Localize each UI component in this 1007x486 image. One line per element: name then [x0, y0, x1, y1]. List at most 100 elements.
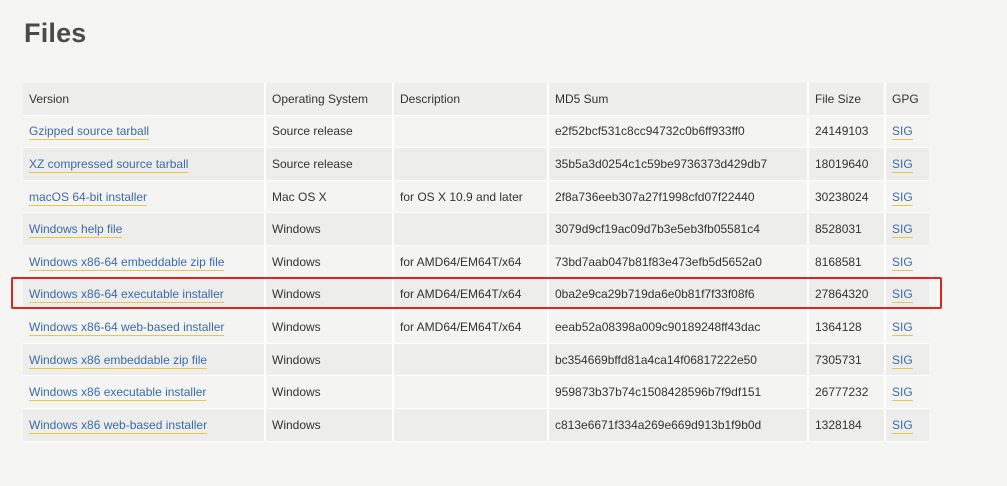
cell-md5: 73bd7aab047b81f83e473efb5d5652a0	[549, 245, 809, 279]
cell-description	[394, 148, 549, 181]
cell-size: 8168581	[809, 245, 886, 279]
cell-os: Windows	[266, 343, 394, 377]
header-version: Version	[23, 83, 266, 116]
table-row: Windows x86-64 embeddable zip file Windo…	[23, 245, 929, 279]
cell-gpg: SIG	[886, 311, 929, 344]
cell-version: Windows x86-64 embeddable zip file	[23, 245, 266, 279]
header-file-size: File Size	[809, 83, 886, 116]
cell-size: 26777232	[809, 376, 886, 409]
cell-os: Windows	[266, 245, 394, 279]
cell-description: for AMD64/EM64T/x64	[394, 278, 549, 312]
cell-size: 1328184	[809, 408, 886, 442]
sig-link[interactable]: SIG	[892, 319, 913, 336]
header-operating-system: Operating System	[266, 83, 394, 116]
table-header-row: Version Operating System Description MD5…	[23, 83, 929, 116]
sig-link[interactable]: SIG	[892, 352, 913, 369]
cell-description: for AMD64/EM64T/x64	[394, 311, 549, 344]
sig-link[interactable]: SIG	[892, 156, 913, 173]
cell-md5: c813e6671f334a269e669d913b1f9b0d	[549, 408, 809, 442]
sig-link[interactable]: SIG	[892, 222, 913, 239]
table-row: Gzipped source tarball Source release e2…	[23, 115, 929, 149]
cell-description	[394, 213, 549, 246]
download-link[interactable]: Windows x86-64 executable installer	[29, 287, 224, 304]
cell-gpg: SIG	[886, 115, 929, 149]
table-row: Windows help file Windows 3079d9cf19ac09…	[23, 213, 929, 246]
cell-version: macOS 64-bit installer	[23, 180, 266, 214]
cell-gpg: SIG	[886, 245, 929, 279]
cell-md5: bc354669bffd81a4ca14f06817222e50	[549, 343, 809, 377]
sig-link[interactable]: SIG	[892, 254, 913, 271]
table-row: Windows x86 embeddable zip file Windows …	[23, 343, 929, 377]
download-link[interactable]: Windows x86 web-based installer	[29, 417, 208, 434]
cell-gpg: SIG	[886, 408, 929, 442]
sig-link[interactable]: SIG	[892, 189, 913, 206]
cell-description: for AMD64/EM64T/x64	[394, 245, 549, 279]
cell-description	[394, 115, 549, 149]
cell-version: Windows x86-64 web-based installer	[23, 311, 266, 344]
cell-gpg: SIG	[886, 376, 929, 409]
cell-os: Windows	[266, 408, 394, 442]
download-link[interactable]: Windows x86-64 web-based installer	[29, 319, 225, 336]
table-row: macOS 64-bit installer Mac OS X for OS X…	[23, 180, 929, 214]
cell-description: for OS X 10.9 and later	[394, 180, 549, 214]
cell-size: 27864320	[809, 278, 886, 312]
sig-link[interactable]: SIG	[892, 287, 913, 304]
cell-size: 30238024	[809, 180, 886, 214]
cell-version: Windows help file	[23, 213, 266, 246]
cell-gpg: SIG	[886, 180, 929, 214]
cell-description	[394, 343, 549, 377]
cell-size: 8528031	[809, 213, 886, 246]
cell-md5: 959873b37b74c1508428596b7f9df151	[549, 376, 809, 409]
cell-os: Mac OS X	[266, 180, 394, 214]
cell-version: Windows x86-64 executable installer	[23, 278, 266, 312]
cell-md5: eeab52a08398a009c90189248ff43dac	[549, 311, 809, 344]
sig-link[interactable]: SIG	[892, 417, 913, 434]
cell-gpg: SIG	[886, 343, 929, 377]
files-section: Files Version Operating System Descripti…	[0, 0, 1007, 486]
cell-description	[394, 376, 549, 409]
cell-gpg: SIG	[886, 213, 929, 246]
cell-description	[394, 408, 549, 442]
cell-size: 1364128	[809, 311, 886, 344]
header-md5-sum: MD5 Sum	[549, 83, 809, 116]
download-link[interactable]: Windows x86 executable installer	[29, 385, 207, 402]
cell-os: Windows	[266, 311, 394, 344]
cell-gpg: SIG	[886, 278, 929, 312]
cell-gpg: SIG	[886, 148, 929, 181]
download-link[interactable]: Windows x86 embeddable zip file	[29, 352, 208, 369]
sig-link[interactable]: SIG	[892, 385, 913, 402]
download-link[interactable]: macOS 64-bit installer	[29, 189, 148, 206]
cell-md5: 2f8a736eeb307a27f1998cfd07f22440	[549, 180, 809, 214]
files-table: Version Operating System Description MD5…	[23, 83, 929, 442]
cell-version: Windows x86 executable installer	[23, 376, 266, 409]
table-row-highlighted: Windows x86-64 executable installer Wind…	[23, 278, 929, 312]
download-link[interactable]: Windows help file	[29, 222, 123, 239]
cell-size: 7305731	[809, 343, 886, 377]
download-link[interactable]: Windows x86-64 embeddable zip file	[29, 254, 225, 271]
sig-link[interactable]: SIG	[892, 124, 913, 141]
cell-size: 24149103	[809, 115, 886, 149]
cell-version: Windows x86 web-based installer	[23, 408, 266, 442]
cell-version: Gzipped source tarball	[23, 115, 266, 149]
cell-os: Source release	[266, 148, 394, 181]
download-link[interactable]: XZ compressed source tarball	[29, 156, 189, 173]
cell-version: Windows x86 embeddable zip file	[23, 343, 266, 377]
cell-os: Source release	[266, 115, 394, 149]
table-row: XZ compressed source tarball Source rele…	[23, 148, 929, 181]
table-row: Windows x86 web-based installer Windows …	[23, 408, 929, 442]
download-link[interactable]: Gzipped source tarball	[29, 124, 150, 141]
cell-md5: 0ba2e9ca29b719da6e0b81f7f33f08f6	[549, 278, 809, 312]
cell-size: 18019640	[809, 148, 886, 181]
table-row: Windows x86 executable installer Windows…	[23, 376, 929, 409]
cell-os: Windows	[266, 213, 394, 246]
header-gpg: GPG	[886, 83, 929, 116]
cell-md5: 3079d9cf19ac09d7b3e5eb3fb05581c4	[549, 213, 809, 246]
cell-md5: e2f52bcf531c8cc94732c0b6ff933ff0	[549, 115, 809, 149]
cell-os: Windows	[266, 278, 394, 312]
header-description: Description	[394, 83, 549, 116]
cell-version: XZ compressed source tarball	[23, 148, 266, 181]
cell-os: Windows	[266, 376, 394, 409]
cell-md5: 35b5a3d0254c1c59be9736373d429db7	[549, 148, 809, 181]
page: Files Version Operating System Descripti…	[0, 0, 1007, 486]
table-row: Windows x86-64 web-based installer Windo…	[23, 311, 929, 344]
